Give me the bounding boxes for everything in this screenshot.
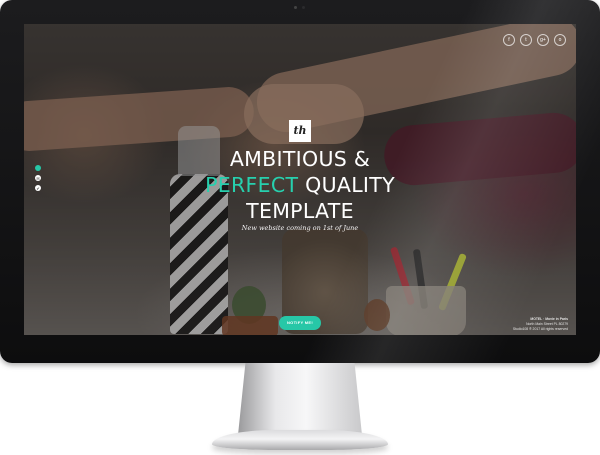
hero-line-3: TEMPLATE	[246, 199, 354, 223]
hero-subtitle: New website coming on 1st of June	[241, 224, 359, 232]
address-line-2: Studio108 ® 2017 All rights reserved	[512, 327, 568, 331]
hero-heading: AMBITIOUS & PERFECT QUALITY TEMPLATE	[24, 146, 576, 224]
google-plus-icon[interactable]: g+	[537, 34, 549, 46]
hero-line-2-rest: QUALITY	[298, 173, 395, 197]
facebook-icon[interactable]: f	[503, 34, 515, 46]
monitor-frame: f t g+ o ✉ ✔ th AMBITIOUS & PERFECT QUAL…	[0, 0, 600, 363]
hero-accent-word: PERFECT	[205, 173, 299, 197]
notify-me-button[interactable]: NOTIFY ME!	[279, 316, 321, 330]
screen: f t g+ o ✉ ✔ th AMBITIOUS & PERFECT QUAL…	[24, 24, 576, 335]
twitter-icon[interactable]: t	[520, 34, 532, 46]
brand-logo[interactable]: th	[289, 120, 311, 142]
social-links: f t g+ o	[503, 34, 566, 46]
hero-line-2: PERFECT QUALITY	[24, 172, 576, 198]
monitor-stand-neck	[238, 363, 362, 435]
camera-icon	[294, 6, 306, 10]
footer-address: MOTEL · Movie in Paris North Main Street…	[513, 317, 568, 332]
monitor-stand-base	[212, 430, 388, 450]
dribbble-icon[interactable]: o	[554, 34, 566, 46]
hero-line-1: AMBITIOUS &	[229, 147, 371, 171]
